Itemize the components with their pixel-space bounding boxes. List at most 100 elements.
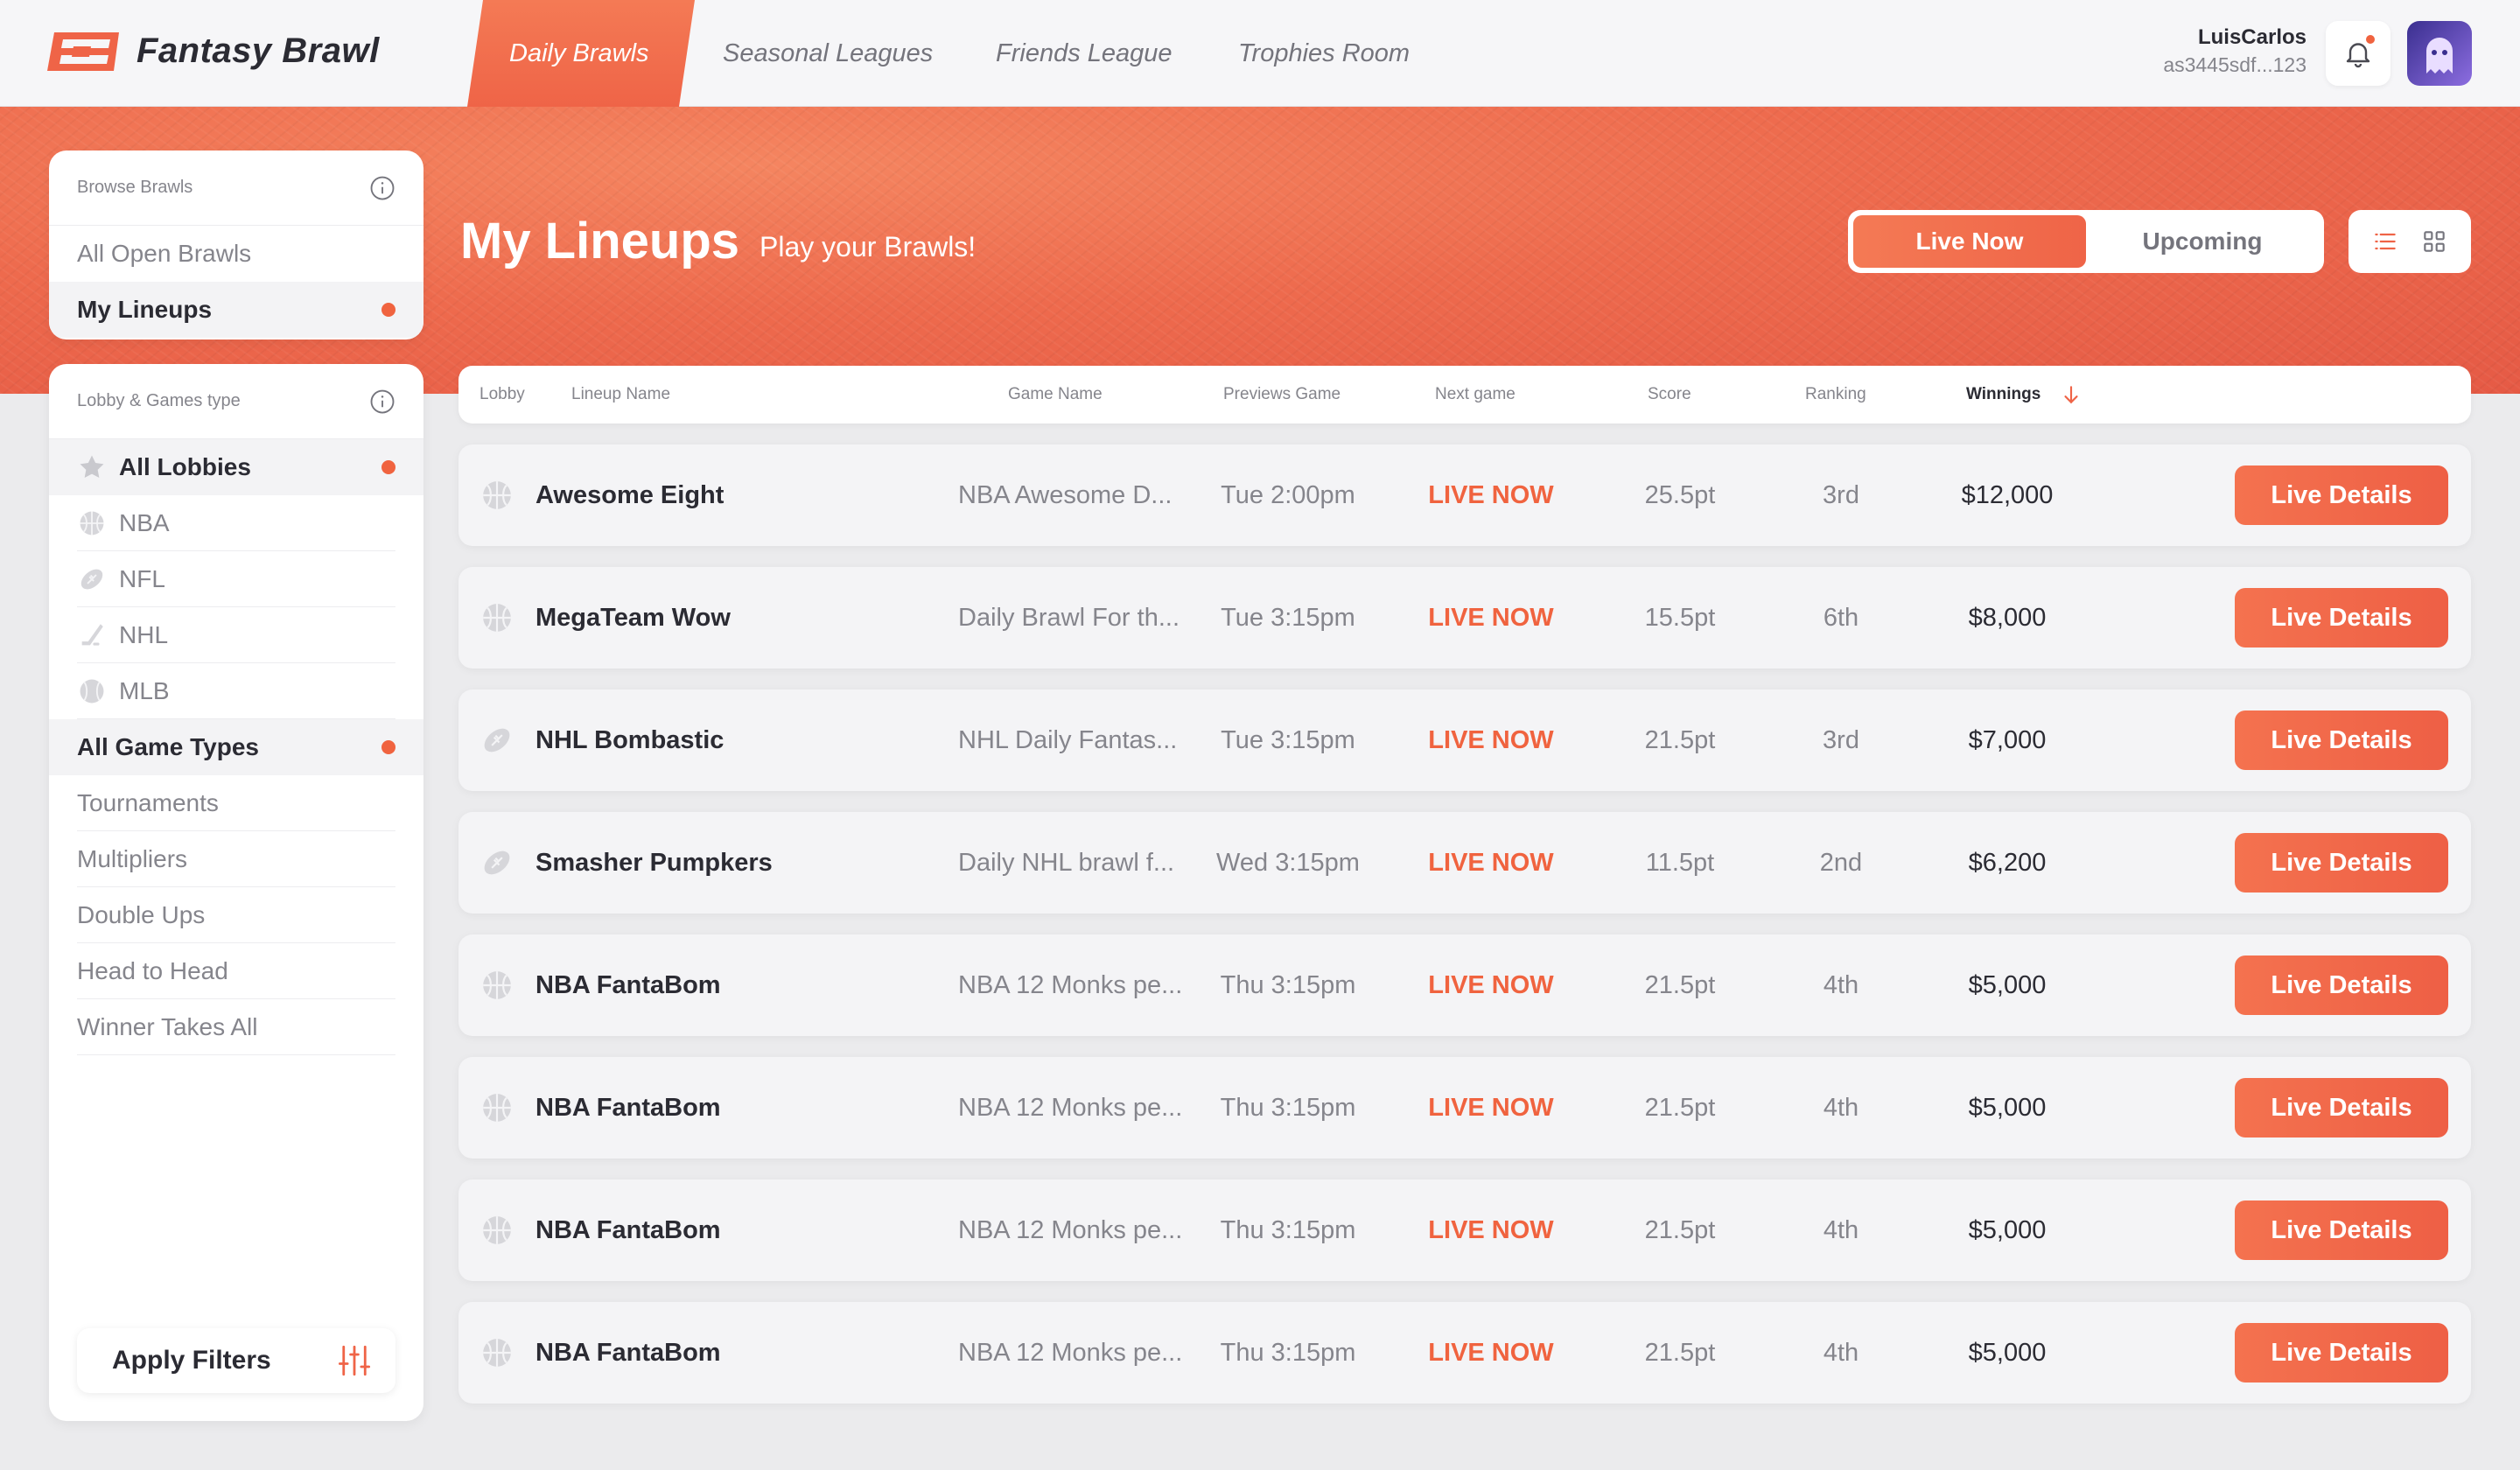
next-game-cell: LIVE NOW <box>1428 971 1554 999</box>
brand-name: Fantasy Brawl <box>136 32 380 70</box>
ranking-cell: 4th <box>1823 971 1859 999</box>
winnings-cell: $5,000 <box>1968 1339 2047 1367</box>
upcoming-segment[interactable]: Upcoming <box>2086 215 2319 268</box>
game-name-cell: NHL Daily Fantas... <box>958 726 1178 754</box>
column-header-previews-game[interactable]: Previews Game <box>1223 366 1340 424</box>
column-header-lineup-name[interactable]: Lineup Name <box>571 366 670 424</box>
column-header-score[interactable]: Score <box>1648 366 1691 424</box>
live-details-button[interactable]: Live Details <box>2235 588 2448 648</box>
basketball-icon <box>483 971 511 999</box>
sidebar-item-all-lobbies[interactable]: All Lobbies <box>49 439 424 495</box>
sidebar-item-label: NHL <box>119 621 169 648</box>
game-name-cell: NBA Awesome D... <box>958 481 1172 509</box>
basketball-icon <box>483 481 511 509</box>
score-cell: 21.5pt <box>1644 726 1716 754</box>
table-row[interactable]: NBA FantaBom NBA 12 Monks pe... Thu 3:15… <box>458 1180 2471 1281</box>
table-row[interactable]: Awesome Eight NBA Awesome D... Tue 2:00p… <box>458 444 2471 546</box>
list-view-icon[interactable] <box>2371 228 2399 256</box>
sidebar-item-nfl[interactable]: NFL <box>49 551 424 607</box>
column-header-game-name[interactable]: Game Name <box>1008 366 1102 424</box>
top-navigation-bar: Fantasy Brawl Daily Brawls Seasonal Leag… <box>0 0 2520 107</box>
sidebar-item-all-game-types[interactable]: All Game Types <box>49 719 424 775</box>
football-icon <box>484 850 510 875</box>
table-row[interactable]: NBA FantaBom NBA 12 Monks pe... Thu 3:15… <box>458 1057 2471 1158</box>
lineup-name-cell: NBA FantaBom <box>536 1339 721 1367</box>
info-icon[interactable] <box>369 175 396 201</box>
brand-logo[interactable]: Fantasy Brawl <box>47 32 380 71</box>
live-details-button[interactable]: Live Details <box>2235 956 2448 1015</box>
table-row[interactable]: MegaTeam Wow Daily Brawl For th... Tue 3… <box>458 567 2471 668</box>
tab-seasonal-leagues[interactable]: Seasonal Leagues <box>723 0 933 107</box>
basketball-icon <box>80 511 104 536</box>
next-game-cell: LIVE NOW <box>1428 849 1554 877</box>
live-upcoming-toggle: Live Now Upcoming <box>1848 210 2324 273</box>
table-row[interactable]: NHL Bombastic NHL Daily Fantas... Tue 3:… <box>458 690 2471 791</box>
sidebar-item-winner-takes-all[interactable]: Winner Takes All <box>49 999 424 1055</box>
ranking-cell: 2nd <box>1819 849 1863 877</box>
tab-friends-league[interactable]: Friends League <box>996 0 1172 107</box>
table-row[interactable]: Smasher Pumpkers Daily NHL brawl f... We… <box>458 812 2471 914</box>
sidebar-item-label: NBA <box>119 509 170 536</box>
live-details-button[interactable]: Live Details <box>2235 1078 2448 1138</box>
next-game-cell: LIVE NOW <box>1428 1094 1554 1122</box>
table-row[interactable]: NBA FantaBom NBA 12 Monks pe... Thu 3:15… <box>458 1302 2471 1404</box>
ranking-cell: 3rd <box>1823 481 1859 509</box>
notifications-button[interactable] <box>2326 21 2390 86</box>
previews-game-cell: Thu 3:15pm <box>1220 1339 1356 1367</box>
lobby-games-header: Lobby & Games type <box>49 364 424 439</box>
sort-descending-arrow-icon[interactable] <box>2060 383 2082 406</box>
sidebar-item-double-ups[interactable]: Double Ups <box>49 887 424 943</box>
lineups-table-header: Lobby Lineup Name Game Name Previews Gam… <box>458 366 2471 424</box>
sidebar-item-label: MLB <box>119 677 170 704</box>
column-header-next-game[interactable]: Next game <box>1435 366 1516 424</box>
fantasy-brawl-logo-icon <box>47 32 119 71</box>
score-cell: 15.5pt <box>1644 604 1716 632</box>
live-details-button[interactable]: Live Details <box>2235 1200 2448 1260</box>
sidebar-item-mlb[interactable]: MLB <box>49 663 424 719</box>
sidebar-item-nba[interactable]: NBA <box>49 495 424 551</box>
sidebar-item-nhl[interactable]: NHL <box>49 607 424 663</box>
previews-game-cell: Wed 3:15pm <box>1216 849 1360 877</box>
sidebar-item-multipliers[interactable]: Multipliers <box>49 831 424 887</box>
winnings-cell: $7,000 <box>1968 726 2047 754</box>
sidebar-item-label: Winner Takes All <box>77 1013 258 1040</box>
ghost-avatar-icon <box>2426 38 2453 74</box>
sidebar-item-tournaments[interactable]: Tournaments <box>49 775 424 831</box>
sidebar-item-my-lineups[interactable]: My Lineups <box>49 282 424 338</box>
sidebar-item-label: Head to Head <box>77 957 228 984</box>
previews-game-cell: Thu 3:15pm <box>1220 971 1356 999</box>
tab-trophies-room[interactable]: Trophies Room <box>1238 0 1410 107</box>
selected-indicator-dot <box>382 303 396 317</box>
avatar[interactable] <box>2407 21 2472 86</box>
live-details-button[interactable]: Live Details <box>2235 833 2448 892</box>
live-details-button[interactable]: Live Details <box>2235 710 2448 770</box>
lobby-games-label: Lobby & Games type <box>77 391 241 410</box>
next-game-cell: LIVE NOW <box>1428 1339 1554 1367</box>
basketball-icon <box>483 1216 511 1244</box>
lineup-name-cell: NBA FantaBom <box>536 1094 721 1122</box>
game-name-cell: Daily Brawl For th... <box>958 604 1180 632</box>
column-header-lobby[interactable]: Lobby <box>480 366 525 424</box>
score-cell: 21.5pt <box>1644 1339 1716 1367</box>
sidebar-item-label: All Lobbies <box>119 453 251 480</box>
info-icon[interactable] <box>369 388 396 415</box>
column-header-ranking[interactable]: Ranking <box>1805 366 1866 424</box>
table-row[interactable]: NBA FantaBom NBA 12 Monks pe... Thu 3:15… <box>458 934 2471 1036</box>
live-details-button[interactable]: Live Details <box>2235 466 2448 525</box>
live-details-button[interactable]: Live Details <box>2235 1323 2448 1382</box>
grid-view-icon[interactable] <box>2420 228 2448 256</box>
selected-indicator-dot <box>382 740 396 754</box>
apply-filters-button[interactable]: Apply Filters <box>77 1328 396 1393</box>
winnings-cell: $12,000 <box>1961 481 2054 509</box>
sidebar-item-head-to-head[interactable]: Head to Head <box>49 943 424 999</box>
lobby-games-panel: Lobby & Games type All Lobbies NBA NFL N… <box>49 364 424 1421</box>
live-now-segment[interactable]: Live Now <box>1853 215 2086 268</box>
sidebar-item-all-open-brawls[interactable]: All Open Brawls <box>49 226 424 282</box>
column-header-winnings[interactable]: Winnings <box>1966 366 2040 424</box>
ranking-cell: 6th <box>1823 604 1859 632</box>
tab-daily-brawls[interactable]: Daily Brawls <box>509 0 649 107</box>
sidebar-item-label: Tournaments <box>77 789 219 816</box>
game-name-cell: NBA 12 Monks pe... <box>958 971 1183 999</box>
next-game-cell: LIVE NOW <box>1428 726 1554 754</box>
score-cell: 25.5pt <box>1644 481 1716 509</box>
